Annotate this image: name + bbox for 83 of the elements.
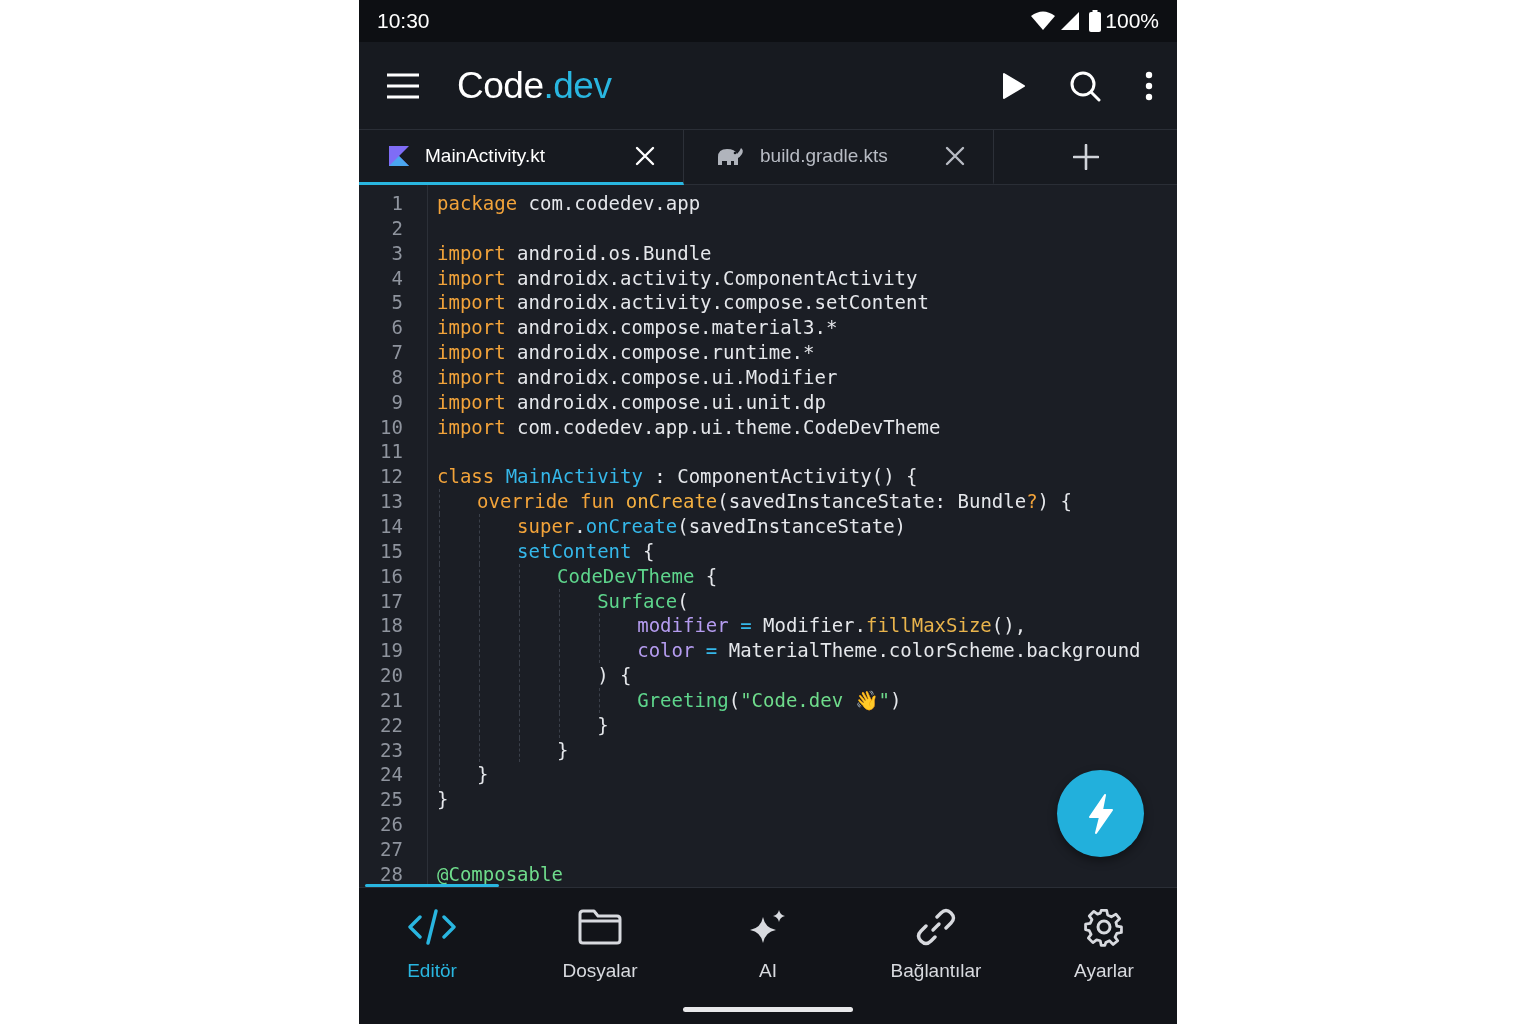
code-line: package com.codedev.app xyxy=(437,191,701,216)
code-line: import androidx.compose.ui.unit.dp xyxy=(437,389,826,415)
plus-icon xyxy=(1072,144,1099,170)
search-icon xyxy=(1069,69,1101,102)
line-number: 12 xyxy=(379,464,403,490)
close-icon xyxy=(945,146,965,166)
line-number: 27 xyxy=(379,836,403,862)
line-number: 13 xyxy=(379,489,403,514)
nav-tab[interactable]: Editör xyxy=(367,902,497,986)
line-number: 23 xyxy=(379,737,403,763)
nav-tab[interactable]: Bağlantılar xyxy=(871,902,1001,986)
menu-button[interactable] xyxy=(387,72,419,99)
line-number: 9 xyxy=(390,389,403,415)
line-number: 6 xyxy=(390,315,403,341)
line-number: 25 xyxy=(379,787,403,813)
search-button[interactable] xyxy=(1069,69,1101,102)
code-line: color = MaterialTheme.colorScheme.background xyxy=(437,638,1141,664)
nav-tab[interactable]: Ayarlar xyxy=(1039,902,1169,986)
code-line: Greeting("Code.dev 👋") xyxy=(437,687,902,713)
line-number: 7 xyxy=(390,340,403,365)
clock: 10:30 xyxy=(377,9,430,33)
link-icon xyxy=(916,907,956,947)
play-icon xyxy=(1003,72,1025,99)
lightning-icon xyxy=(1087,793,1114,834)
close-icon xyxy=(635,146,655,166)
code-line: Surface( xyxy=(437,588,689,614)
line-number: 22 xyxy=(379,712,403,738)
code-line: } xyxy=(437,787,449,813)
code-line: super.onCreate(savedInstanceState) xyxy=(437,513,907,539)
line-number: 19 xyxy=(379,638,403,664)
folder-icon xyxy=(578,909,622,945)
tab-label: MainActivity.kt xyxy=(425,145,546,167)
menu-icon xyxy=(387,72,419,99)
code-line: CodeDevTheme { xyxy=(437,563,718,589)
code-line: import androidx.activity.ComponentActivity xyxy=(437,265,918,291)
code-line: } xyxy=(437,712,609,738)
code-line: modifier = Modifier.fillMaxSize(), xyxy=(437,613,1027,639)
wifi-icon xyxy=(1031,11,1056,31)
signal-icon xyxy=(1059,11,1080,31)
line-number: 20 xyxy=(379,663,403,688)
line-number: 8 xyxy=(390,364,403,390)
code-line: setContent { xyxy=(437,538,655,564)
more-button[interactable] xyxy=(1145,70,1153,101)
code-line: ) { xyxy=(437,663,632,688)
battery-icon xyxy=(1089,10,1102,32)
code-line: import com.codedev.app.ui.theme.CodeDevTheme xyxy=(437,414,941,440)
code-line: import androidx.activity.compose.setContent xyxy=(437,290,929,316)
code-line: import androidx.compose.runtime.* xyxy=(437,340,815,365)
app-title: Code.dev xyxy=(457,64,613,107)
gear-icon xyxy=(1084,907,1124,947)
line-number: 28 xyxy=(379,861,403,887)
line-number: 1 xyxy=(390,191,403,216)
line-number: 10 xyxy=(379,414,403,440)
line-number: 24 xyxy=(379,762,403,788)
nav-tab[interactable]: Dosyalar xyxy=(535,902,665,986)
kotlin-icon xyxy=(389,146,409,166)
code-line: } xyxy=(437,737,569,763)
line-number: 15 xyxy=(379,538,403,564)
line-number: 14 xyxy=(379,513,403,539)
code-line: } xyxy=(437,762,489,788)
nav-tab[interactable]: AI xyxy=(703,902,833,986)
code-line: class MainActivity : ComponentActivity() { xyxy=(437,464,918,490)
line-number: 18 xyxy=(379,613,403,639)
line-number: 17 xyxy=(379,588,403,614)
line-number: 26 xyxy=(379,812,403,837)
line-number: 3 xyxy=(390,240,403,266)
code-line: @Composable xyxy=(437,861,563,887)
code-icon xyxy=(408,909,456,945)
code-line: override fun onCreate(savedInstanceState: Bundle?) { xyxy=(437,489,1072,514)
battery-level: 100% xyxy=(1105,9,1159,33)
line-number: 21 xyxy=(379,687,403,713)
line-number: 11 xyxy=(379,439,403,465)
code-line: import android.os.Bundle xyxy=(437,240,712,266)
close-tab-button[interactable] xyxy=(945,146,965,166)
line-number: 16 xyxy=(379,563,403,589)
line-number: 4 xyxy=(390,265,403,291)
line-number: 2 xyxy=(390,215,403,241)
code-line: import androidx.compose.ui.Modifier xyxy=(437,364,838,390)
line-number: 5 xyxy=(390,290,403,316)
more-icon xyxy=(1145,70,1153,101)
run-button[interactable] xyxy=(1003,72,1025,99)
code-line: import androidx.compose.material3.* xyxy=(437,315,838,341)
tab-label: build.gradle.kts xyxy=(760,145,889,167)
